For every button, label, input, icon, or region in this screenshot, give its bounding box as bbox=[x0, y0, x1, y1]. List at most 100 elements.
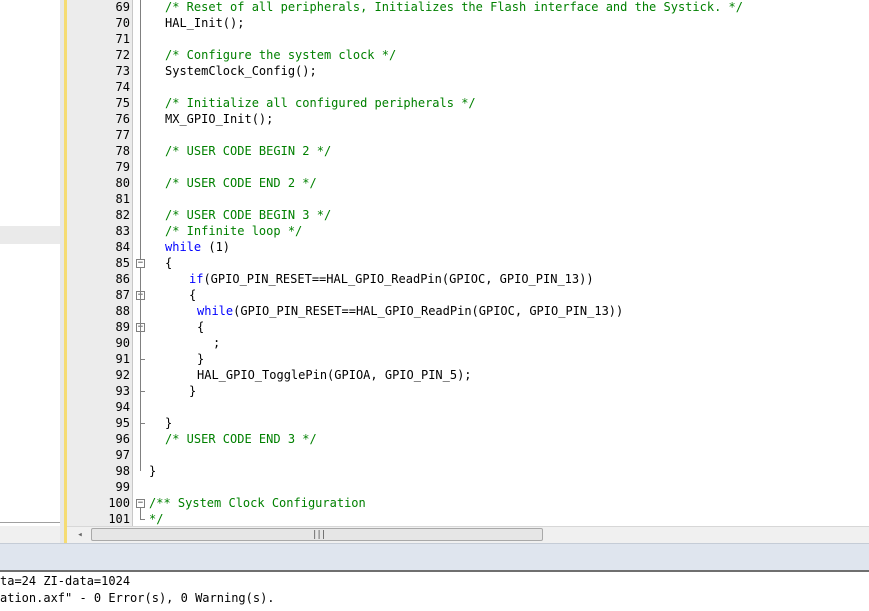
comment-token: /* USER CODE END 2 */ bbox=[165, 176, 317, 190]
line-number: 93 bbox=[115, 384, 130, 398]
line-number: 81 bbox=[115, 192, 130, 206]
line-number: 73 bbox=[115, 64, 130, 78]
line-number: 74 bbox=[115, 80, 130, 94]
line-number: 99 bbox=[115, 480, 130, 494]
code-line[interactable]: /* Infinite loop */ bbox=[165, 223, 302, 239]
line-number: 70 bbox=[115, 16, 130, 30]
line-number: 83 bbox=[115, 224, 130, 238]
fold-guide-end bbox=[140, 391, 145, 392]
code-token: { bbox=[189, 288, 197, 302]
code-token: } bbox=[189, 384, 197, 398]
keyword-token: while bbox=[165, 240, 202, 254]
build-output-panel[interactable]: ta=24 ZI-data=1024 ation.axf" - 0 Error(… bbox=[0, 570, 869, 611]
code-line[interactable]: */ bbox=[149, 511, 163, 526]
code-line[interactable]: MX_GPIO_Init(); bbox=[165, 111, 273, 127]
code-line[interactable]: } bbox=[165, 415, 172, 431]
comment-token: /* Configure the system clock */ bbox=[165, 48, 397, 62]
line-number: 87 bbox=[115, 288, 130, 302]
code-line[interactable]: { bbox=[165, 255, 172, 271]
code-line[interactable]: if(GPIO_PIN_RESET==HAL_GPIO_ReadPin(GPIO… bbox=[189, 271, 594, 287]
line-number: 96 bbox=[115, 432, 130, 446]
horizontal-scrollbar[interactable]: ◂ ||| bbox=[67, 526, 869, 544]
line-number: 95 bbox=[115, 416, 130, 430]
comment-token: /** System Clock Configuration bbox=[149, 496, 366, 510]
comment-token: /* Reset of all peripherals, Initializes… bbox=[165, 0, 743, 14]
fold-collapse-icon[interactable]: − bbox=[136, 259, 145, 268]
scrollbar-grip-icon: ||| bbox=[312, 530, 326, 540]
line-number: 69 bbox=[115, 0, 130, 14]
code-line[interactable]: SystemClock_Config(); bbox=[165, 63, 317, 79]
line-number: 82 bbox=[115, 208, 130, 222]
line-number: 92 bbox=[115, 368, 130, 382]
code-line[interactable]: /* USER CODE END 2 */ bbox=[165, 175, 317, 191]
line-number: 78 bbox=[115, 144, 130, 158]
line-number: 91 bbox=[115, 352, 130, 366]
code-line[interactable]: while(GPIO_PIN_RESET==HAL_GPIO_ReadPin(G… bbox=[197, 303, 623, 319]
comment-token: /* USER CODE BEGIN 2 */ bbox=[165, 144, 332, 158]
code-line[interactable]: /* USER CODE BEGIN 3 */ bbox=[165, 207, 331, 223]
code-token: { bbox=[197, 320, 205, 334]
fold-guide-line bbox=[140, 508, 141, 519]
fold-guide-end bbox=[140, 359, 145, 360]
code-editor[interactable]: 69 /* Reset of all peripherals, Initializ… bbox=[67, 0, 869, 526]
fold-guide-line bbox=[140, 332, 141, 359]
line-number: 97 bbox=[115, 448, 130, 462]
comment-token: /* USER CODE END 3 */ bbox=[165, 432, 317, 446]
code-line[interactable]: ; bbox=[213, 335, 220, 351]
gutter-divider bbox=[132, 0, 133, 526]
build-output-line-1: ta=24 ZI-data=1024 bbox=[0, 574, 131, 588]
line-number: 71 bbox=[115, 32, 130, 46]
comment-token: /* Infinite loop */ bbox=[165, 224, 303, 238]
line-number: 90 bbox=[115, 336, 130, 350]
code-line[interactable]: /* Reset of all peripherals, Initializes… bbox=[165, 0, 743, 15]
code-line[interactable]: HAL_GPIO_TogglePin(GPIOA, GPIO_PIN_5); bbox=[197, 367, 472, 383]
fold-collapse-icon[interactable]: − bbox=[136, 499, 145, 508]
line-number: 94 bbox=[115, 400, 130, 414]
code-line[interactable]: /* USER CODE END 3 */ bbox=[165, 431, 317, 447]
line-number: 84 bbox=[115, 240, 130, 254]
code-line[interactable]: /* Configure the system clock */ bbox=[165, 47, 396, 63]
line-number: 101 bbox=[108, 512, 130, 526]
fold-guide-end bbox=[140, 519, 145, 520]
line-number: 80 bbox=[115, 176, 130, 190]
code-token: MX_GPIO_Init(); bbox=[165, 112, 274, 126]
line-number: 89 bbox=[115, 320, 130, 334]
code-token: HAL_GPIO_TogglePin(GPIOA, GPIO_PIN_5); bbox=[197, 368, 472, 382]
code-line[interactable]: } bbox=[149, 463, 156, 479]
code-token: { bbox=[165, 256, 173, 270]
code-line[interactable]: /** System Clock Configuration bbox=[149, 495, 366, 511]
code-line[interactable]: } bbox=[197, 351, 204, 367]
line-number: 98 bbox=[115, 464, 130, 478]
keyword-token: while bbox=[197, 304, 234, 318]
line-number: 88 bbox=[115, 304, 130, 318]
comment-token: /* Initialize all configured peripherals… bbox=[165, 96, 476, 110]
code-line[interactable]: /* Initialize all configured peripherals… bbox=[165, 95, 476, 111]
project-tree-selected-row[interactable] bbox=[0, 226, 60, 244]
scrollbar-thumb[interactable]: ||| bbox=[91, 528, 543, 541]
fold-guide-end bbox=[140, 423, 145, 424]
line-number: 85 bbox=[115, 256, 130, 270]
scroll-left-arrow-icon[interactable]: ◂ bbox=[73, 528, 87, 542]
code-line[interactable]: HAL_Init(); bbox=[165, 15, 244, 31]
line-number: 79 bbox=[115, 160, 130, 174]
code-line[interactable]: } bbox=[189, 383, 196, 399]
code-token: } bbox=[149, 464, 157, 478]
code-line[interactable]: /* USER CODE BEGIN 2 */ bbox=[165, 143, 331, 159]
code-token: HAL_Init(); bbox=[165, 16, 245, 30]
project-pane[interactable] bbox=[0, 0, 60, 526]
code-token: } bbox=[197, 352, 205, 366]
code-token: SystemClock_Config(); bbox=[165, 64, 317, 78]
code-token: (1) bbox=[201, 240, 231, 254]
pane-divider bbox=[0, 522, 60, 523]
code-token: ; bbox=[213, 336, 221, 350]
code-line[interactable]: while (1) bbox=[165, 239, 230, 255]
keyword-token: if bbox=[189, 272, 204, 286]
comment-token: /* USER CODE BEGIN 3 */ bbox=[165, 208, 332, 222]
code-line[interactable]: { bbox=[189, 287, 196, 303]
window-status-band bbox=[0, 543, 869, 571]
code-line[interactable]: { bbox=[197, 319, 204, 335]
line-number: 72 bbox=[115, 48, 130, 62]
line-number: 76 bbox=[115, 112, 130, 126]
comment-token: */ bbox=[149, 512, 164, 526]
code-token: (GPIO_PIN_RESET==HAL_GPIO_ReadPin(GPIOC,… bbox=[203, 272, 594, 286]
